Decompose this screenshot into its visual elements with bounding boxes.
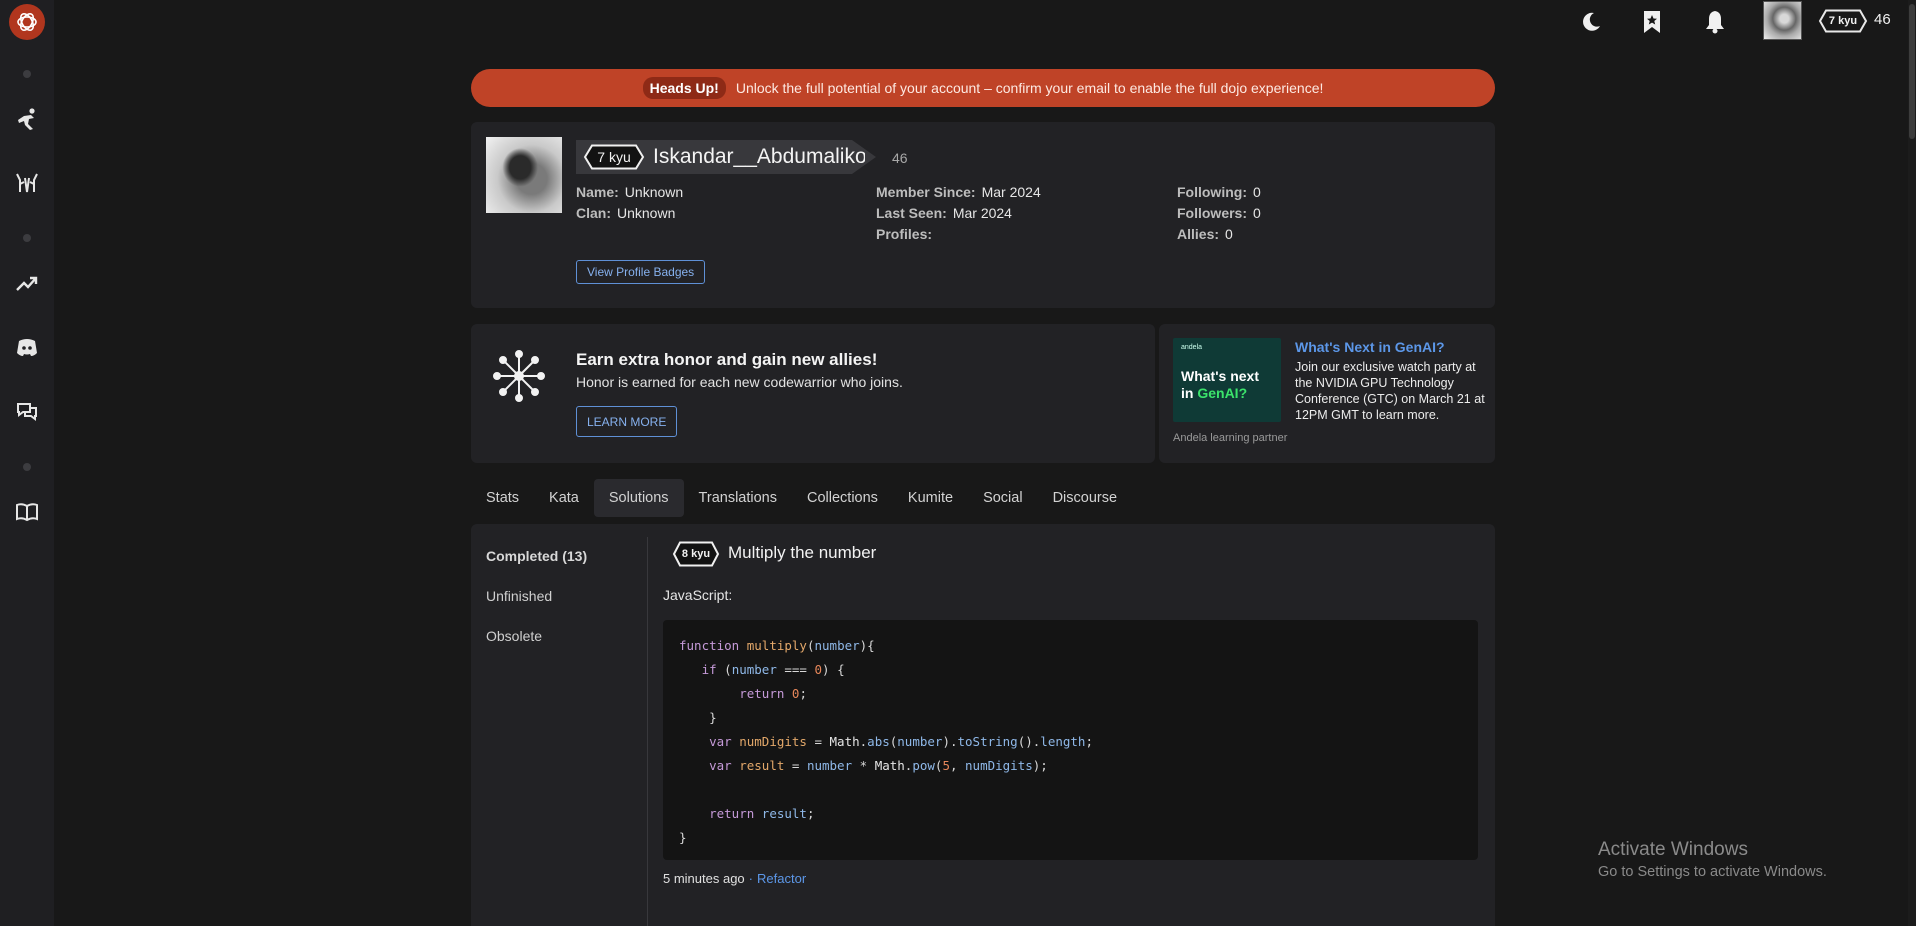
- profile-tabs: Stats Kata Solutions Translations Collec…: [471, 479, 1132, 517]
- ad-image-line1: What's next: [1181, 368, 1260, 384]
- profile-honor: 46: [892, 150, 908, 166]
- stat-allies-label: Allies:: [1177, 226, 1220, 242]
- rail-divider-dot: [23, 70, 31, 78]
- profile-avatar: [486, 137, 562, 213]
- code-line: return 0;: [739, 686, 807, 701]
- stat-followers-label: Followers:: [1177, 205, 1248, 221]
- stat-profiles-label: Profiles:: [876, 226, 933, 242]
- stat-member-since: Member Since: Mar 2024: [876, 184, 1041, 200]
- stat-name-value: Unknown: [624, 184, 684, 200]
- bookmark-icon[interactable]: [1638, 8, 1666, 36]
- ad-title-link[interactable]: What's Next in GenAI?: [1295, 339, 1445, 355]
- solution-time: 5 minutes ago: [663, 871, 745, 886]
- code-line: var numDigits = Math.abs(number).toStrin…: [709, 734, 1093, 749]
- ad-body: Join our exclusive watch party at the NV…: [1295, 360, 1485, 422]
- sidebar-divider: [647, 537, 648, 926]
- profile-username: Iskandar__Abdumalikov: [653, 145, 865, 168]
- solution-footer: 5 minutes ago · Refactor: [663, 871, 806, 886]
- kata-practice-icon[interactable]: [11, 103, 43, 135]
- page-scrollbar[interactable]: [1908, 0, 1916, 926]
- leaderboard-icon[interactable]: [11, 268, 43, 300]
- network-icon: [493, 350, 545, 402]
- stat-last-seen-value: Mar 2024: [952, 205, 1012, 221]
- forum-icon[interactable]: [11, 396, 43, 428]
- solutions-panel: Completed (13) Unfinished Obsolete 8 kyu…: [471, 524, 1495, 926]
- learn-more-button[interactable]: LEARN MORE: [576, 406, 678, 437]
- stat-name: Name: Unknown: [576, 184, 683, 200]
- ad-image[interactable]: andela What's next in GenAI?: [1173, 338, 1281, 422]
- user-avatar[interactable]: [1763, 1, 1802, 40]
- left-navigation-rail: [0, 0, 54, 926]
- sparring-icon[interactable]: [11, 167, 43, 199]
- tab-kumite[interactable]: Kumite: [893, 479, 968, 517]
- stat-following[interactable]: Following: 0: [1177, 184, 1261, 200]
- referral-promo: Earn extra honor and gain new allies! Ho…: [471, 324, 1155, 463]
- tab-social[interactable]: Social: [968, 479, 1038, 517]
- code-line: function multiply(number){: [679, 638, 875, 653]
- tab-discourse[interactable]: Discourse: [1038, 479, 1132, 517]
- ad-image-line2b: GenAI?: [1197, 385, 1248, 401]
- kata-rank: 8 kyu: [681, 548, 711, 560]
- stat-followers[interactable]: Followers: 0: [1177, 205, 1261, 221]
- tab-collections[interactable]: Collections: [792, 479, 893, 517]
- heads-up-label: Heads Up!: [642, 77, 726, 99]
- refactor-link[interactable]: Refactor: [757, 871, 806, 886]
- rail-divider-dot: [23, 463, 31, 471]
- stat-member-since-value: Mar 2024: [981, 184, 1041, 200]
- code-line: if (number === 0) {: [701, 662, 845, 677]
- profile-card: 7 kyu Iskandar__Abdumalikov 46 Name: Unkn…: [471, 122, 1495, 308]
- stat-allies[interactable]: Allies: 0: [1177, 226, 1233, 242]
- docs-book-icon[interactable]: [11, 496, 43, 528]
- stat-last-seen: Last Seen: Mar 2024: [876, 205, 1012, 221]
- ad-image-headline: What's next in GenAI?: [1181, 368, 1259, 402]
- profile-rank: 7 kyu: [597, 149, 631, 165]
- tab-translations[interactable]: Translations: [684, 479, 792, 517]
- stat-following-label: Following:: [1177, 184, 1247, 200]
- codewars-logo-icon[interactable]: [9, 4, 45, 40]
- tab-kata[interactable]: Kata: [534, 479, 594, 517]
- stat-clan-label: Clan:: [576, 205, 611, 221]
- filter-obsolete[interactable]: Obsolete: [486, 628, 542, 644]
- stat-clan-value: Unknown: [617, 205, 676, 221]
- stat-profiles: Profiles:: [876, 226, 938, 242]
- stat-allies-value: 0: [1225, 226, 1233, 242]
- filter-unfinished[interactable]: Unfinished: [486, 588, 552, 604]
- footer-separator: ·: [748, 871, 754, 886]
- code-line: }: [679, 710, 717, 725]
- discord-icon[interactable]: [11, 332, 43, 364]
- windows-activation-subtitle: Go to Settings to activate Windows.: [1598, 864, 1827, 880]
- moon-icon[interactable]: [1577, 8, 1605, 36]
- code-line: var result = number * Math.pow(5, numDig…: [709, 758, 1048, 773]
- email-confirm-banner: Heads Up! Unlock the full potential of y…: [471, 69, 1495, 107]
- promo-title: Earn extra honor and gain new allies!: [576, 350, 878, 369]
- code-line: return result;: [709, 806, 815, 821]
- stat-followers-value: 0: [1253, 205, 1261, 221]
- top-honor-count: 46: [1874, 11, 1891, 28]
- rail-divider-dot: [23, 234, 31, 242]
- ad-image-brand: andela: [1181, 344, 1203, 351]
- heads-up-message: Unlock the full potential of your accoun…: [735, 80, 1324, 96]
- stat-following-value: 0: [1252, 184, 1261, 200]
- solution-language: JavaScript:: [663, 587, 733, 603]
- code-line: }: [679, 830, 687, 845]
- tab-stats[interactable]: Stats: [471, 479, 534, 517]
- bell-icon[interactable]: [1701, 8, 1729, 36]
- windows-activation-title: Activate Windows: [1598, 839, 1748, 860]
- ad-footer: Andela learning partner: [1173, 432, 1288, 444]
- ad-image-line2a: in: [1181, 385, 1198, 401]
- scrollbar-thumb[interactable]: [1909, 4, 1915, 139]
- sponsor-ad[interactable]: andela What's next in GenAI? What's Next…: [1159, 324, 1495, 463]
- stat-name-label: Name:: [576, 184, 619, 200]
- top-rank-label[interactable]: 7 kyu: [1818, 9, 1868, 33]
- filter-completed[interactable]: Completed (13): [486, 548, 587, 564]
- stat-member-since-label: Member Since:: [876, 184, 976, 200]
- tab-solutions[interactable]: Solutions: [593, 479, 684, 517]
- promo-subtitle: Honor is earned for each new codewarrior…: [576, 374, 903, 390]
- view-profile-badges-button[interactable]: View Profile Badges: [576, 260, 706, 284]
- stat-last-seen-label: Last Seen:: [876, 205, 947, 221]
- kata-title-link[interactable]: Multiply the number: [728, 543, 876, 563]
- solution-code-block[interactable]: function multiply(number){ if (number ==…: [663, 620, 1478, 860]
- stat-clan: Clan: Unknown: [576, 205, 675, 221]
